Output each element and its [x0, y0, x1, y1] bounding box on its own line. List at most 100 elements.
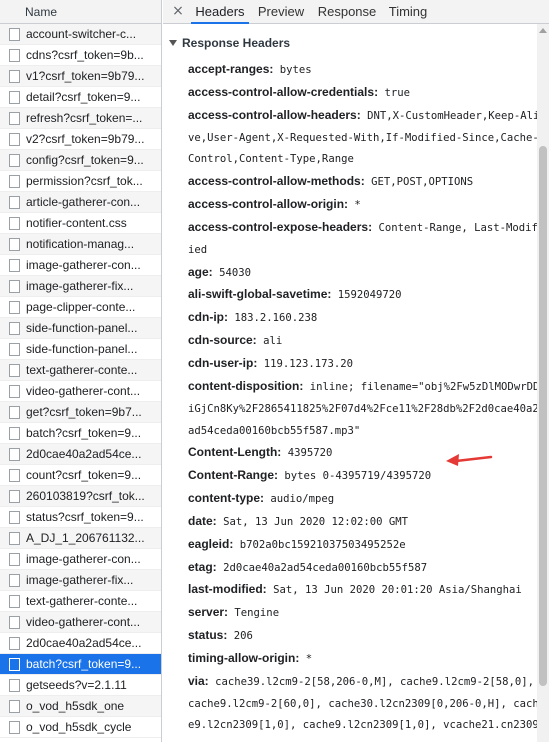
request-name: 2d0cae40a2ad54ce...: [26, 636, 142, 650]
header-row: access-control-allow-credentials: true: [188, 82, 540, 105]
request-name: text-gatherer-conte...: [26, 363, 138, 377]
request-name: image-gatherer-fix...: [26, 279, 134, 293]
document-icon: [9, 280, 20, 293]
request-row[interactable]: batch?csrf_token=9...: [0, 654, 161, 675]
document-icon: [9, 616, 20, 629]
request-row[interactable]: side-function-panel...: [0, 318, 161, 339]
header-row: content-type: audio/mpeg: [188, 488, 540, 511]
header-row: eagleid: b702a0bc15921037503495252e: [188, 534, 540, 557]
request-row[interactable]: o_vod_h5sdk_one: [0, 696, 161, 717]
request-row[interactable]: notifier-content.css: [0, 213, 161, 234]
document-icon: [9, 427, 20, 440]
tab-preview[interactable]: Preview: [257, 0, 305, 24]
request-list-panel: Name account-switcher-c... cdns?csrf_toke…: [0, 0, 162, 742]
request-row[interactable]: video-gatherer-cont...: [0, 612, 161, 633]
header-row: via: cache39.l2cm9-2[58,206-0,M], cache9…: [188, 671, 540, 742]
request-row[interactable]: side-function-panel...: [0, 339, 161, 360]
header-value: GET,POST,OPTIONS: [371, 176, 474, 189]
request-row[interactable]: text-gatherer-conte...: [0, 591, 161, 612]
header-name: eagleid:: [188, 536, 234, 551]
request-name: article-gatherer-con...: [26, 195, 141, 209]
document-icon: [9, 154, 20, 167]
tab-timing[interactable]: Timing: [386, 0, 430, 24]
header-name: etag:: [188, 559, 217, 574]
request-name: cdns?csrf_token=9b...: [26, 48, 144, 62]
document-icon: [9, 28, 20, 41]
request-row[interactable]: account-switcher-c...: [0, 24, 161, 45]
request-row[interactable]: getseeds?v=2.1.11: [0, 675, 161, 696]
scroll-up-icon[interactable]: [539, 28, 547, 33]
close-icon[interactable]: ×: [171, 3, 185, 19]
document-icon: [9, 448, 20, 461]
request-row[interactable]: video-gatherer-cont...: [0, 381, 161, 402]
request-row[interactable]: image-gatherer-fix...: [0, 570, 161, 591]
document-icon: [9, 70, 20, 83]
request-name: image-gatherer-fix...: [26, 573, 134, 587]
request-name: count?csrf_token=9...: [26, 468, 142, 482]
document-icon: [9, 679, 20, 692]
response-headers-toggle[interactable]: Response Headers: [169, 36, 290, 50]
request-row[interactable]: text-gatherer-conte...: [0, 360, 161, 381]
request-row[interactable]: config?csrf_token=9...: [0, 150, 161, 171]
request-row[interactable]: o_vod_h5sdk_cycle: [0, 717, 161, 738]
request-row[interactable]: image-gatherer-fix...: [0, 276, 161, 297]
request-row[interactable]: 260103819?csrf_tok...: [0, 486, 161, 507]
document-icon: [9, 637, 20, 650]
document-icon: [9, 112, 20, 125]
request-row[interactable]: permission?csrf_tok...: [0, 171, 161, 192]
request-row[interactable]: 2d0cae40a2ad54ce...: [0, 444, 161, 465]
request-row[interactable]: batch?csrf_token=9...: [0, 423, 161, 444]
vertical-scrollbar[interactable]: [537, 24, 549, 742]
document-icon: [9, 133, 20, 146]
request-row[interactable]: page-clipper-conte...: [0, 297, 161, 318]
header-name: cdn-user-ip:: [188, 355, 258, 370]
request-row[interactable]: notification-manag...: [0, 234, 161, 255]
request-name: permission?csrf_tok...: [26, 174, 143, 188]
request-name: account-switcher-c...: [26, 27, 137, 41]
tab-response[interactable]: Response: [316, 0, 378, 24]
request-name: batch?csrf_token=9...: [26, 426, 142, 440]
document-icon: [9, 532, 20, 545]
header-value: 119.123.173.20: [263, 357, 354, 370]
document-icon: [9, 511, 20, 524]
request-row[interactable]: v2?csrf_token=9b79...: [0, 129, 161, 150]
request-row[interactable]: count?csrf_token=9...: [0, 465, 161, 486]
request-row[interactable]: article-gatherer-con...: [0, 192, 161, 213]
document-icon: [9, 196, 20, 209]
request-name: getseeds?v=2.1.11: [26, 678, 127, 692]
request-row[interactable]: 2d0cae40a2ad54ce...: [0, 633, 161, 654]
document-icon: [9, 91, 20, 104]
scrollbar-thumb[interactable]: [539, 146, 547, 686]
request-name: status?csrf_token=9...: [26, 510, 144, 524]
request-name: notification-manag...: [26, 237, 135, 251]
request-row[interactable]: refresh?csrf_token=...: [0, 108, 161, 129]
document-icon: [9, 343, 20, 356]
header-value: 54030: [219, 266, 251, 279]
request-row[interactable]: A_DJ_1_206761132...: [0, 528, 161, 549]
request-row[interactable]: get?csrf_token=9b7...: [0, 402, 161, 423]
header-name: via:: [188, 673, 209, 688]
header-row: etag: 2d0cae40a2ad54ceda00160bcb55f587: [188, 557, 540, 580]
document-icon: [9, 700, 20, 713]
response-headers-title: Response Headers: [182, 36, 291, 50]
response-headers-list: accept-ranges: bytes access-control-allow…: [188, 59, 540, 742]
header-value: b702a0bc15921037503495252e: [239, 538, 406, 551]
details-panel: × Headers Preview Response Timing Respon…: [163, 0, 549, 742]
header-name: cdn-source:: [188, 333, 257, 348]
request-name: v2?csrf_token=9b79...: [26, 132, 145, 146]
request-row[interactable]: cdns?csrf_token=9b...: [0, 45, 161, 66]
header-row: access-control-allow-origin: *: [188, 194, 540, 217]
request-row[interactable]: image-gatherer-con...: [0, 255, 161, 276]
header-value: true: [384, 86, 410, 99]
header-name: content-disposition:: [188, 378, 304, 393]
request-name: 260103819?csrf_tok...: [26, 489, 145, 503]
request-row[interactable]: image-gatherer-con...: [0, 549, 161, 570]
request-row[interactable]: v1?csrf_token=9b79...: [0, 66, 161, 87]
header-row: age: 54030: [188, 262, 540, 285]
name-column-header[interactable]: Name: [0, 0, 161, 24]
request-row[interactable]: detail?csrf_token=9...: [0, 87, 161, 108]
request-row[interactable]: status?csrf_token=9...: [0, 507, 161, 528]
header-name: date:: [188, 513, 217, 528]
tab-headers[interactable]: Headers: [191, 0, 249, 24]
header-value: bytes: [279, 64, 312, 76]
